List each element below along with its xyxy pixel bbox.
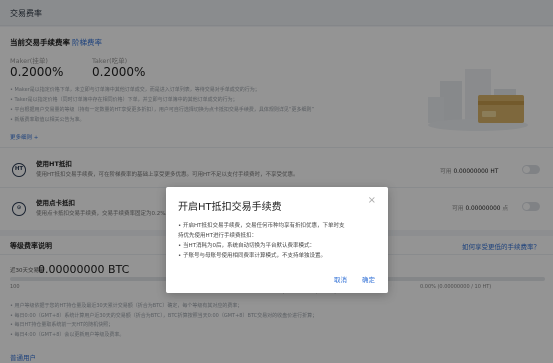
- ht-deduct-dialog: 开启HT抵扣交易手续费 × • 开启HT抵扣交易手续费，交易任何币种均享有折扣优…: [166, 187, 388, 293]
- dialog-body: • 开启HT抵扣交易手续费，交易任何币种均享有折扣优惠，下单时支 持优先使用HT…: [178, 221, 383, 261]
- dialog-line: 持优先使用HT进行手续费抵扣：: [178, 233, 257, 239]
- dialog-title: 开启HT抵扣交易手续费: [178, 202, 282, 213]
- modal-overlay[interactable]: [0, 0, 553, 363]
- dialog-line: • 开启HT抵扣交易手续费，交易任何币种均享有折扣优惠，下单时支: [178, 223, 345, 229]
- close-icon[interactable]: ×: [368, 196, 376, 206]
- confirm-button[interactable]: 确定: [362, 274, 375, 284]
- cancel-button[interactable]: 取消: [334, 274, 347, 284]
- dialog-line: • 当HT消耗为0后，系统自动切换为平台默认费率模式：: [178, 243, 315, 249]
- dialog-line: • 子账号与母账号使用相同费率计算模式，不支持单独设置。: [178, 253, 326, 259]
